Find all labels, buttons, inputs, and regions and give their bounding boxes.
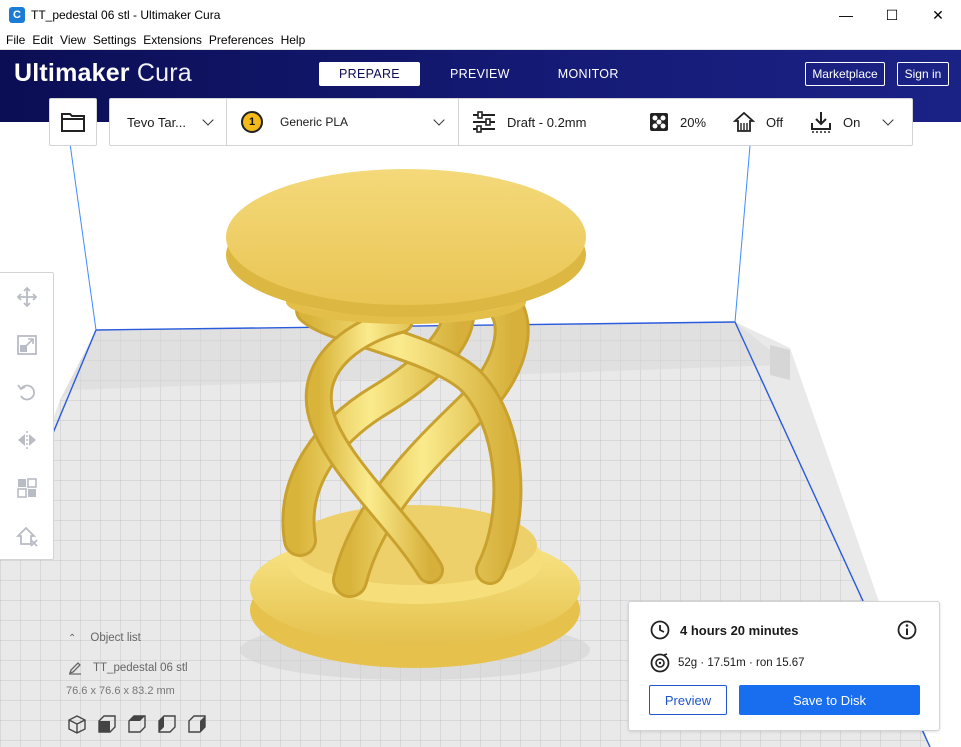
menu-file[interactable]: File xyxy=(4,33,27,47)
menu-extensions[interactable]: Extensions xyxy=(141,33,204,47)
right-view-icon[interactable] xyxy=(188,715,206,733)
view-buttons-strip xyxy=(68,715,206,734)
extruder-1-icon: 1 xyxy=(241,111,263,133)
sliders-icon xyxy=(473,111,495,133)
tool-panel xyxy=(0,272,54,560)
scale-tool-button[interactable] xyxy=(13,331,41,359)
clock-icon xyxy=(650,620,670,640)
folder-icon xyxy=(61,113,85,132)
sign-in-button[interactable]: Sign in xyxy=(897,62,949,86)
left-view-icon[interactable] xyxy=(158,715,176,733)
infill-item: 20% xyxy=(649,112,706,132)
save-to-disk-button[interactable]: Save to Disk xyxy=(739,685,920,715)
cura-app-icon: C xyxy=(9,7,25,23)
rotate-tool-button[interactable] xyxy=(13,378,41,406)
move-tool-button[interactable] xyxy=(13,283,41,311)
print-summary-panel: 4 hours 20 minutes 52g · 17.51m · ron 15… xyxy=(628,601,940,731)
material-name: Generic PLA xyxy=(280,115,349,129)
stage-tabs: PREPARE PREVIEW MONITOR xyxy=(319,62,643,86)
adhesion-item: On xyxy=(810,111,860,133)
adhesion-icon xyxy=(811,112,831,133)
printer-selector[interactable]: Tevo Tar... xyxy=(110,99,227,145)
mirror-icon xyxy=(18,431,36,449)
window-controls: — ☐ ✕ xyxy=(823,0,961,30)
print-time-row: 4 hours 20 minutes xyxy=(650,620,798,640)
preview-button[interactable]: Preview xyxy=(649,685,727,715)
print-settings-selector[interactable]: Draft - 0.2mm 20% Off On xyxy=(459,99,912,145)
open-file-button[interactable] xyxy=(49,98,97,146)
print-setup-bar: Tevo Tar... 1 Generic PLA Draft - 0.2mm xyxy=(109,98,913,146)
scale-icon xyxy=(17,335,37,355)
info-icon xyxy=(897,620,917,640)
tab-monitor[interactable]: MONITOR xyxy=(534,62,643,86)
front-view-icon[interactable] xyxy=(98,715,116,733)
object-dimensions: 76.6 x 76.6 x 83.2 mm xyxy=(66,685,175,697)
logo-ultimaker: Ultimaker xyxy=(14,59,130,87)
menu-edit[interactable]: Edit xyxy=(30,33,55,47)
support-blocker-icon xyxy=(16,526,38,547)
material-usage: 52g · 17.51m · ron 15.67 xyxy=(678,657,805,669)
chevron-up-icon: ⌃ xyxy=(68,632,77,644)
edit-pencil-icon xyxy=(68,662,81,675)
logo-cura: Cura xyxy=(136,59,192,87)
maximize-button[interactable]: ☐ xyxy=(869,0,915,30)
material-usage-row: 52g · 17.51m · ron 15.67 xyxy=(650,653,805,673)
cura-logo: Ultimaker Cura xyxy=(14,59,192,88)
support-blocker-button[interactable] xyxy=(13,522,41,550)
3d-view-icon[interactable] xyxy=(68,715,86,734)
menu-bar: File Edit View Settings Extensions Prefe… xyxy=(0,30,961,50)
move-icon xyxy=(16,286,38,308)
object-list-header: Object list xyxy=(90,632,141,644)
title-bar: C TT_pedestal 06 stl - Ultimaker Cura — … xyxy=(0,0,961,30)
mirror-tool-button[interactable] xyxy=(13,426,41,454)
profile-name: Draft - 0.2mm xyxy=(507,114,587,130)
object-name: TT_pedestal 06 stl xyxy=(93,662,188,674)
infill-value: 20% xyxy=(680,114,707,130)
top-view-icon[interactable] xyxy=(128,715,146,733)
marketplace-button[interactable]: Marketplace xyxy=(805,62,885,86)
print-info-button[interactable] xyxy=(897,620,917,643)
support-item: Off xyxy=(733,111,783,133)
profile-item: Draft - 0.2mm xyxy=(472,111,586,133)
per-model-settings-button[interactable] xyxy=(13,474,41,502)
chevron-down-icon xyxy=(202,114,214,126)
tab-prepare[interactable]: PREPARE xyxy=(319,62,420,86)
rotate-icon xyxy=(17,384,35,401)
object-list: ⌃ Object list TT_pedestal 06 stl 76.6 x … xyxy=(60,628,260,738)
support-value: Off xyxy=(766,114,784,130)
chevron-down-icon xyxy=(882,114,894,126)
printer-name: Tevo Tar... xyxy=(127,114,187,130)
material-selector[interactable]: 1 Generic PLA xyxy=(227,99,459,145)
menu-help[interactable]: Help xyxy=(279,33,308,47)
support-icon xyxy=(733,111,755,132)
per-model-settings-icon xyxy=(17,478,37,498)
menu-settings[interactable]: Settings xyxy=(91,33,138,47)
infill-icon xyxy=(650,113,668,131)
object-list-toggle[interactable]: ⌃ Object list xyxy=(68,632,141,644)
close-button[interactable]: ✕ xyxy=(915,0,961,30)
object-name-row[interactable]: TT_pedestal 06 stl xyxy=(68,661,188,675)
spool-icon xyxy=(650,653,670,673)
maximize-icon: ☐ xyxy=(885,6,899,23)
menu-preferences[interactable]: Preferences xyxy=(207,33,276,47)
tab-preview[interactable]: PREVIEW xyxy=(426,62,534,86)
menu-view[interactable]: View xyxy=(58,33,88,47)
print-time: 4 hours 20 minutes xyxy=(680,622,799,638)
adhesion-value: On xyxy=(843,114,861,130)
window-title: TT_pedestal 06 stl - Ultimaker Cura xyxy=(31,8,221,22)
chevron-down-icon xyxy=(433,114,445,126)
camera-view-buttons xyxy=(67,714,217,734)
minimize-button[interactable]: — xyxy=(823,0,869,30)
minimize-icon: — xyxy=(839,7,853,23)
close-icon: ✕ xyxy=(932,6,944,23)
